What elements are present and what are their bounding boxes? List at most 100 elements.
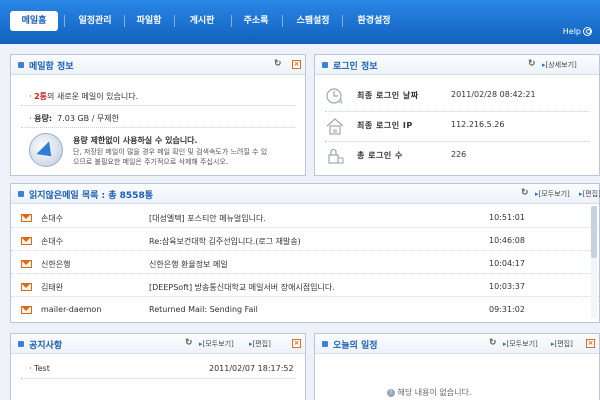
panel-header: 공지사항 ↻ ▸[모두보기] ▸[편집] ×	[11, 334, 305, 354]
panel-title: 오늘의 일정	[333, 341, 378, 351]
panel-title: 공지사항	[29, 341, 63, 351]
scrollbar[interactable]	[591, 206, 597, 318]
mail-subject[interactable]: [DEEPSoft] 방송통신대학교 메일서버 장애시점입니다.	[149, 282, 335, 293]
svg-text:4: 4	[339, 99, 343, 106]
tab-files[interactable]: 파일함	[126, 11, 172, 31]
tab-spam-settings[interactable]: 스팸설정	[284, 11, 342, 31]
refresh-icon[interactable]: ↻	[521, 188, 531, 198]
envelope-icon	[21, 260, 32, 268]
house-icon	[326, 118, 344, 135]
tab-separator	[282, 15, 283, 27]
tab-schedule[interactable]: 일정관리	[66, 11, 124, 31]
mail-subject[interactable]: 신한은행 환율정보 메일	[149, 259, 228, 270]
mail-sender[interactable]: 손대수	[41, 213, 63, 224]
mail-row[interactable]: 손대수 Re:삼육보건대학 김주선입니다.(로그 재발송) 10:46:08	[11, 229, 599, 251]
edit-link[interactable]: ▸[편집]	[579, 189, 600, 199]
help-link[interactable]: Help	[563, 27, 592, 36]
envelope-icon	[21, 306, 32, 314]
login-ip-label: 최종 로그인 IP	[357, 121, 413, 130]
detail-view-link[interactable]: ▸[상세보기]	[542, 60, 577, 70]
refresh-icon[interactable]: ↻	[489, 338, 499, 348]
divider	[325, 141, 589, 142]
bullet-icon	[18, 341, 24, 347]
new-mail-line: · 2통의 새로운 메일이 있습니다.	[29, 92, 139, 101]
tab-address-book[interactable]: 주소록	[233, 11, 279, 31]
mail-row[interactable]: 신한은행 신한은행 환율정보 메일 10:04:17	[11, 252, 599, 274]
mail-time: 09:31:02	[489, 305, 525, 314]
help-label: Help	[562, 27, 581, 36]
mail-sender[interactable]: 김태완	[41, 282, 63, 293]
view-all-link[interactable]: ▸[모두보기]	[503, 339, 538, 349]
mail-time: 10:46:08	[489, 236, 525, 245]
close-icon[interactable]: ×	[292, 60, 301, 69]
view-all-label: [모두보기]	[538, 190, 570, 198]
mail-row[interactable]: mailer-daemon Returned Mail: Sending Fai…	[11, 298, 599, 320]
divider	[21, 127, 295, 128]
bullet-icon	[322, 341, 328, 347]
notice-item[interactable]: · Test	[29, 364, 50, 373]
panel-title: 읽지않은메일 목록 : 총 8558통	[29, 191, 153, 201]
notice-line-1: 단, 저장된 메일이 많을 경우 메일 확인 및 검색속도가 느려질 수 있	[73, 148, 268, 156]
view-all-label: [모두보기]	[202, 340, 234, 348]
login-ip-value: 112.216.5.26	[451, 120, 505, 129]
mail-row[interactable]: 손대수 [대성엘텍] 포스티안 메뉴얼입니다. 10:51:01	[11, 206, 599, 228]
mail-row[interactable]: 김태완 [DEEPSoft] 방송통신대학교 메일서버 장애시점입니다. 10:…	[11, 275, 599, 297]
edit-link[interactable]: ▸[편집]	[249, 339, 271, 349]
help-icon	[583, 27, 592, 36]
login-info-panel: 로그인 정보 ↻ ▸[상세보기] 4 최종 로그인 날짜 2011/02/28 …	[314, 54, 600, 176]
refresh-icon[interactable]: ↻	[185, 338, 195, 348]
new-mail-count[interactable]: 2통	[34, 92, 47, 101]
tab-separator	[174, 15, 175, 27]
panel-header: 로그인 정보 ↻ ▸[상세보기]	[315, 55, 599, 75]
tab-separator	[64, 15, 65, 27]
login-count-label: 총 로그인 수	[357, 151, 403, 160]
refresh-icon[interactable]: ↻	[528, 59, 538, 69]
tab-mail-home[interactable]: 메일홈	[10, 11, 58, 31]
mail-subject[interactable]: [대성엘텍] 포스티안 메뉴얼입니다.	[149, 213, 266, 224]
envelope-icon	[21, 214, 32, 222]
unread-mail-panel: 읽지않은메일 목록 : 총 8558통 ↻ ▸[모두보기] ▸[편집] 손대수 …	[10, 183, 600, 323]
envelope-icon	[21, 237, 32, 245]
refresh-icon[interactable]: ↻	[274, 59, 284, 69]
panel-title: 메일함 정보	[29, 62, 74, 72]
mail-subject[interactable]: Returned Mail: Sending Fail	[149, 305, 258, 314]
notice-item-title[interactable]: Test	[34, 364, 50, 373]
empty-message-text: 해당 내용이 없습니다.	[397, 388, 472, 397]
new-mail-text: 의 새로운 메일이 있습니다.	[47, 92, 139, 101]
mail-time: 10:51:01	[489, 213, 525, 222]
tab-separator	[231, 15, 232, 27]
notice-panel: 공지사항 ↻ ▸[모두보기] ▸[편집] × · Test 2011/02/07…	[10, 333, 306, 400]
mail-time: 10:04:17	[489, 259, 525, 268]
login-date-row: 4 최종 로그인 날짜 2011/02/28 08:42:21	[315, 83, 599, 109]
mailbox-info-panel: 메일함 정보 ↻ × · 2통의 새로운 메일이 있습니다. · 용량: 7.0…	[10, 54, 306, 176]
panel-header: 읽지않은메일 목록 : 총 8558통 ↻ ▸[모두보기] ▸[편집]	[11, 184, 600, 204]
divider	[21, 105, 295, 106]
edit-link[interactable]: ▸[편집]	[551, 339, 573, 349]
bullet-icon	[18, 191, 24, 197]
notice-item-date: 2011/02/07 18:17:52	[209, 364, 294, 373]
close-icon[interactable]: ×	[292, 339, 301, 348]
login-date-label: 최종 로그인 날짜	[357, 91, 419, 100]
close-icon[interactable]: ×	[586, 339, 595, 348]
view-all-link[interactable]: ▸[모두보기]	[535, 189, 570, 199]
edit-label: [편집]	[554, 340, 573, 348]
mail-sender[interactable]: 손대수	[41, 236, 63, 247]
panel-header: 메일함 정보 ↻ ×	[11, 55, 305, 75]
capacity-line: · 용량: 7.03 GB / 무제한	[29, 114, 120, 123]
tab-separator	[124, 15, 125, 27]
scrollbar-thumb[interactable]	[591, 206, 597, 258]
empty-message: ! 해당 내용이 없습니다.	[387, 387, 471, 398]
divider	[21, 378, 295, 379]
tab-preferences[interactable]: 환경설정	[344, 11, 404, 31]
capacity-label: 용량:	[34, 114, 53, 123]
tab-separator	[342, 15, 343, 27]
panel-title: 로그인 정보	[333, 62, 378, 72]
mail-time: 10:03:37	[489, 282, 525, 291]
top-navigation: 메일홈 일정관리 파일함 게시판 주소록 스팸설정 환경설정 Help	[0, 0, 600, 44]
mail-sender[interactable]: 신한은행	[41, 259, 70, 270]
detail-view-label: [상세보기]	[545, 61, 577, 69]
tab-board[interactable]: 게시판	[176, 11, 228, 31]
mail-subject[interactable]: Re:삼육보건대학 김주선입니다.(로그 재발송)	[149, 236, 301, 247]
view-all-link[interactable]: ▸[모두보기]	[199, 339, 234, 349]
mail-sender[interactable]: mailer-daemon	[41, 305, 101, 314]
